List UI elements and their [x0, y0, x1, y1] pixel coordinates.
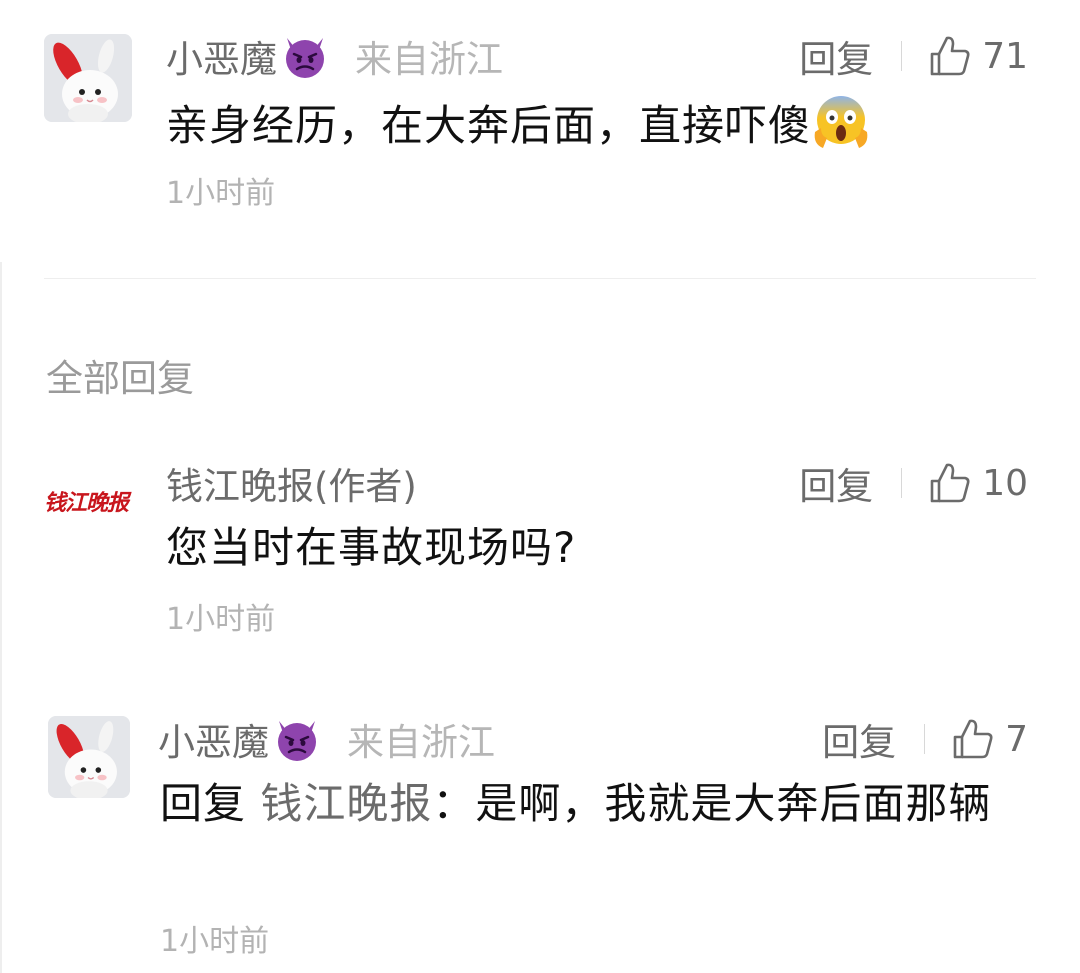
section-divider — [44, 278, 1036, 279]
mention-link[interactable]: 钱江晚报 — [260, 779, 432, 828]
thumbs-up-icon — [930, 463, 970, 503]
like-count: 7 — [1005, 718, 1028, 760]
user-location: 来自浙江 — [347, 721, 495, 764]
comment-time: 1小时前 — [166, 176, 276, 211]
reply-header: 小恶魔 来自浙江 回复 7 — [158, 712, 1028, 766]
like-count: 71 — [982, 35, 1028, 77]
action-divider — [901, 41, 903, 71]
user-avatar[interactable] — [48, 716, 130, 798]
reply-time: 1小时前 — [166, 602, 276, 637]
thumbs-up-icon — [930, 36, 970, 76]
like-button[interactable]: 71 — [928, 34, 1028, 78]
author-username[interactable]: 钱江晚报(作者) — [166, 456, 417, 510]
comment-text: 亲身经历，在大奔后面，直接吓傻 — [166, 101, 812, 150]
like-button[interactable]: 7 — [951, 717, 1028, 761]
reply-header: 钱江晚报(作者) 回复 10 — [166, 456, 1028, 510]
reply-body: 您当时在事故现场吗? — [166, 523, 577, 572]
reply-colon: ： — [432, 779, 476, 828]
author-avatar[interactable]: 钱江晚报 — [38, 476, 134, 526]
reply-prefix: 回复 — [160, 779, 247, 828]
panel-edge — [0, 262, 2, 973]
comment-thread-page: 小恶魔 来自浙江 回复 71 亲身经历，在大奔后面，直接吓傻 1小时前 全部回复… — [0, 0, 1080, 973]
thumbs-up-icon — [953, 719, 993, 759]
reply-time: 1小时前 — [160, 924, 270, 959]
reply-button[interactable]: 回复 — [799, 456, 873, 510]
user-avatar[interactable] — [44, 34, 132, 122]
like-button[interactable]: 10 — [928, 461, 1028, 505]
action-divider — [901, 468, 903, 498]
username[interactable]: 小恶魔 — [166, 29, 277, 83]
username[interactable]: 小恶魔 — [158, 712, 269, 766]
rabbit-avatar-image — [48, 716, 130, 798]
reply-body: 回复 钱江晚报：是啊，我就是大奔后面那辆 — [160, 772, 1020, 836]
like-count: 10 — [982, 462, 1028, 504]
action-divider — [924, 724, 926, 754]
rabbit-avatar-image — [44, 34, 132, 122]
devil-emoji-icon — [273, 715, 321, 763]
brand-logo: 钱江晚报 — [43, 490, 129, 516]
reply-button[interactable]: 回复 — [822, 712, 896, 766]
comment-header: 小恶魔 来自浙江 回复 71 — [166, 29, 1028, 83]
user-location: 来自浙江 — [355, 38, 503, 81]
comment-body: 亲身经历，在大奔后面，直接吓傻 — [166, 92, 1020, 158]
scream-emoji-icon — [811, 92, 871, 152]
reply-button[interactable]: 回复 — [799, 29, 873, 83]
devil-emoji-icon — [281, 32, 329, 80]
reply-text: 是啊，我就是大奔后面那辆 — [475, 779, 992, 828]
all-replies-heading: 全部回复 — [46, 357, 194, 400]
